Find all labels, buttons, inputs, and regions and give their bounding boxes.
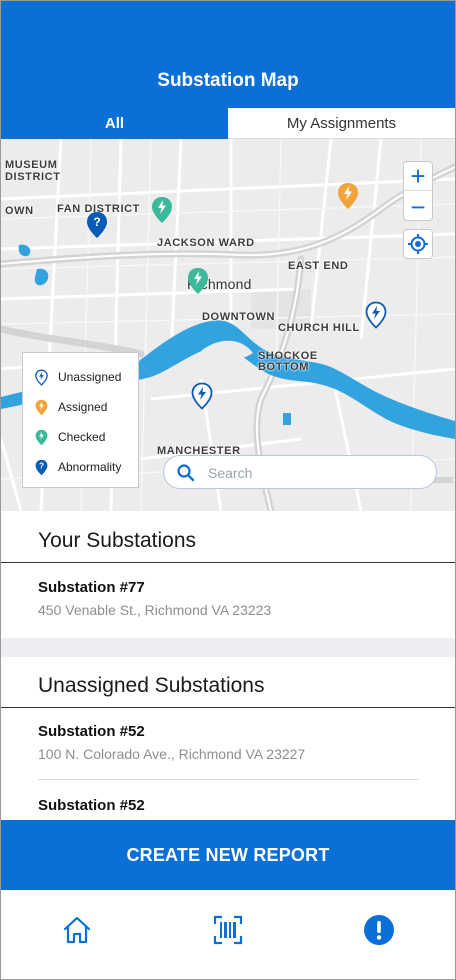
- nav-home-button[interactable]: [59, 912, 95, 948]
- legend-item-checked: Checked: [35, 427, 105, 447]
- search-input[interactable]: [208, 462, 418, 484]
- section-divider: [1, 707, 455, 708]
- substation-name: Substation #52: [38, 723, 145, 740]
- legend-item-abnormality: ? Abnormality: [35, 457, 121, 477]
- unassigned-substations-heading: Unassigned Substations: [38, 674, 265, 697]
- map-label-jackson-ward: JACKSON WARD: [157, 237, 255, 249]
- legend-label: Assigned: [58, 400, 108, 414]
- substation-map[interactable]: MUSEUM DISTRICT FAN DISTRICT OWN JACKSON…: [1, 139, 455, 511]
- create-new-report-button[interactable]: CREATE NEW REPORT: [1, 820, 455, 890]
- alert-icon: [364, 915, 394, 945]
- nav-scan-button[interactable]: [210, 912, 246, 948]
- legend-item-assigned: Assigned: [35, 397, 107, 417]
- map-label-bottom: BOTTOM: [258, 361, 310, 373]
- crosshair-icon: [408, 234, 428, 254]
- tab-my-assignments[interactable]: My Assignments: [228, 108, 455, 139]
- lightning-pin-icon: [35, 399, 48, 415]
- zoom-controls: + −: [403, 161, 433, 221]
- map-label-museum: MUSEUM: [5, 159, 58, 171]
- barcode-scan-icon: [213, 915, 243, 945]
- legend-label: Unassigned: [58, 370, 122, 384]
- lightning-pin-icon[interactable]: [151, 196, 173, 224]
- substation-address: 100 N. Colorado Ave., Richmond VA 23227: [38, 746, 306, 762]
- tab-all[interactable]: All: [1, 108, 228, 139]
- section-divider: [1, 562, 455, 563]
- zoom-out-button[interactable]: −: [404, 192, 432, 221]
- section-separator: [1, 638, 455, 657]
- lightning-pin-icon[interactable]: [187, 267, 209, 295]
- map-label-church-hill: CHURCH HILL: [278, 322, 360, 334]
- question-pin-icon[interactable]: ?: [86, 211, 108, 239]
- list-divider: [38, 779, 419, 780]
- page-title: Substation Map: [157, 70, 299, 91]
- map-search-bar[interactable]: [163, 455, 437, 489]
- lightning-pin-outline-icon[interactable]: [365, 301, 387, 329]
- bottom-navigation: [1, 890, 455, 979]
- nav-alerts-button[interactable]: [361, 912, 397, 948]
- zoom-in-button[interactable]: +: [404, 162, 432, 191]
- lightning-pin-outline-icon[interactable]: [191, 382, 213, 410]
- question-pin-icon: ?: [35, 459, 48, 475]
- home-icon: [63, 916, 91, 944]
- app-frame: Substation Map All My Assignments MUSEUM…: [0, 0, 456, 980]
- map-legend: Unassigned Assigned Checked ? Abnormalit…: [22, 352, 139, 488]
- lightning-pin-outline-icon: [35, 368, 48, 386]
- lightning-pin-icon: [35, 429, 48, 445]
- svg-text:?: ?: [93, 215, 100, 229]
- legend-label: Checked: [58, 430, 106, 444]
- svg-text:?: ?: [39, 461, 44, 470]
- your-substations-heading: Your Substations: [38, 529, 197, 552]
- legend-item-unassigned: Unassigned: [35, 367, 121, 387]
- map-label-district: DISTRICT: [5, 171, 61, 183]
- substation-address: 450 Venable St., Richmond VA 23223: [38, 602, 272, 618]
- legend-label: Abnormality: [58, 460, 122, 474]
- map-label-east-end: EAST END: [288, 260, 349, 272]
- substation-name: Substation #77: [38, 579, 145, 596]
- map-label-own: OWN: [5, 205, 34, 217]
- app-header: Substation Map: [1, 1, 455, 109]
- lightning-pin-icon[interactable]: [337, 182, 359, 210]
- substation-name: Substation #52: [38, 797, 145, 814]
- map-label-downtown: DOWNTOWN: [202, 311, 276, 323]
- locate-me-button[interactable]: [403, 229, 433, 259]
- search-icon: [177, 464, 195, 482]
